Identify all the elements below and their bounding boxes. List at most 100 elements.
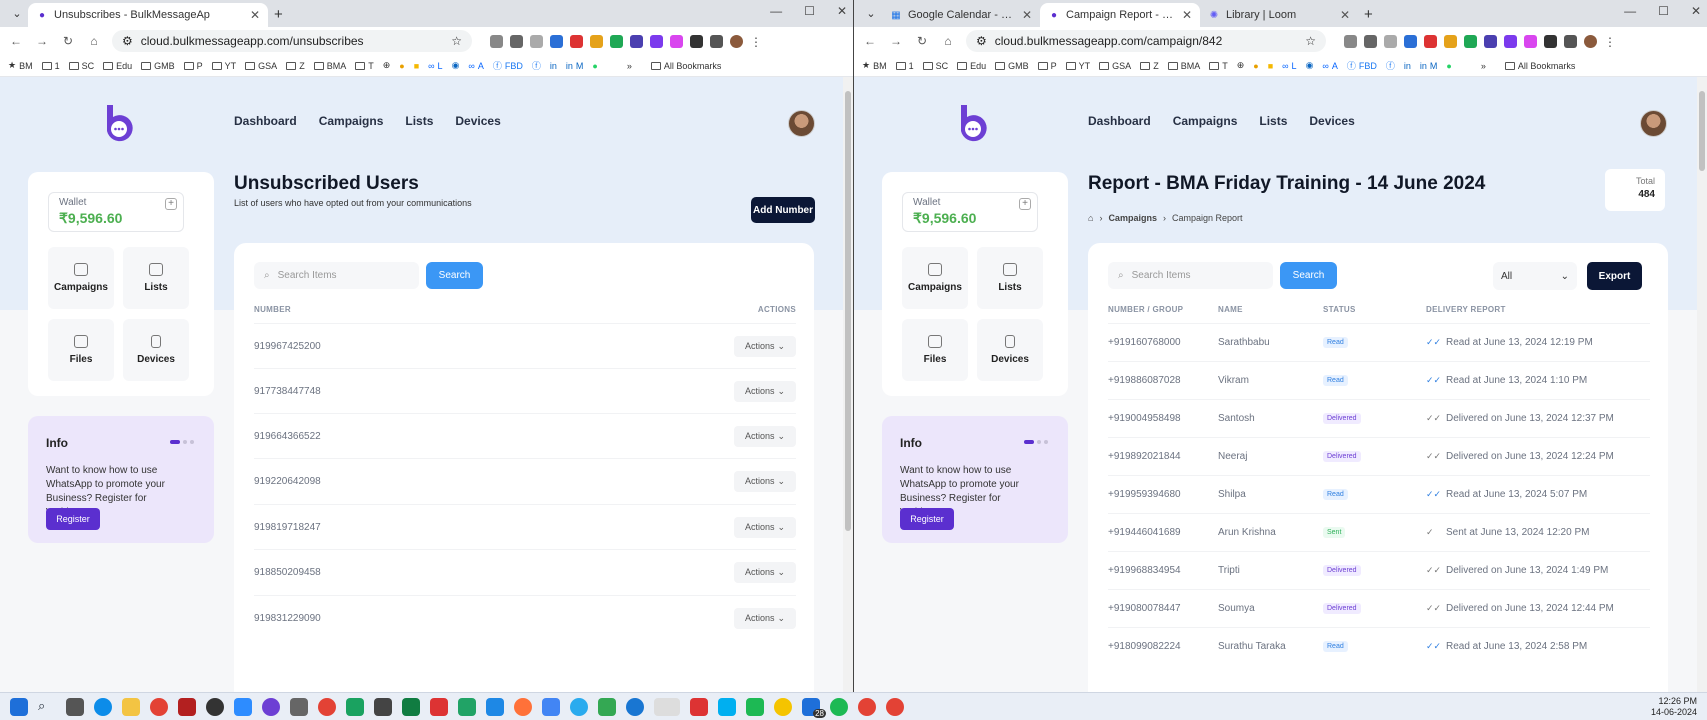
bookmark-folder[interactable]: P (1037, 61, 1057, 71)
breadcrumb-campaigns[interactable]: Campaigns (1108, 213, 1157, 223)
edge-icon[interactable] (94, 697, 112, 716)
home-icon[interactable]: ⌂ (940, 34, 956, 48)
bulkmessageapp-logo[interactable] (103, 103, 135, 143)
all-bookmarks[interactable]: All Bookmarks (650, 61, 721, 71)
nav-devices[interactable]: Devices (455, 114, 500, 128)
forward-icon[interactable]: → (888, 34, 904, 48)
bookmark-folder[interactable]: SC (68, 61, 94, 71)
bookmark-folder[interactable]: T (355, 61, 374, 71)
close-tab-icon[interactable]: ✕ (1340, 8, 1350, 22)
row-actions-button[interactable]: Actions ⌄ (734, 470, 796, 492)
bookmark-folder[interactable]: Z (286, 61, 305, 71)
extension-icon[interactable] (670, 34, 683, 48)
close-tab-icon[interactable]: ✕ (1182, 8, 1192, 22)
app-icon[interactable] (626, 697, 644, 716)
extension-icon[interactable] (510, 34, 523, 48)
search-button[interactable]: Search (1280, 262, 1337, 289)
tile-files[interactable]: Files (902, 319, 968, 381)
nav-campaigns[interactable]: Campaigns (319, 114, 384, 128)
bookmark-item[interactable]: ■ (1268, 61, 1273, 71)
carousel-dots[interactable] (170, 440, 194, 444)
filezilla-icon[interactable] (178, 697, 196, 716)
site-info-icon[interactable]: ⚙ (976, 34, 987, 48)
extension-icon[interactable] (570, 34, 583, 48)
bookmark-item[interactable]: in M (566, 61, 584, 71)
scrollbar-thumb[interactable] (845, 91, 851, 531)
tab-loom-library[interactable]: ✺ Library | Loom ✕ (1200, 3, 1358, 27)
bookmark-folder[interactable]: GSA (1099, 61, 1131, 71)
chrome-icon[interactable] (886, 697, 904, 716)
extension-icon[interactable] (1404, 34, 1417, 48)
user-avatar[interactable] (1640, 110, 1667, 137)
extension-icon[interactable] (1544, 34, 1557, 48)
search-input[interactable]: ⌕ Search Items (1108, 262, 1273, 289)
extension-icon[interactable] (1504, 34, 1517, 48)
bulkmessageapp-logo[interactable] (957, 103, 989, 143)
close-tab-icon[interactable]: ✕ (1022, 8, 1032, 22)
register-button[interactable]: Register (46, 508, 100, 530)
back-icon[interactable]: ← (862, 34, 878, 48)
user-avatar[interactable] (788, 110, 815, 137)
tab-search-icon[interactable]: ⌄ (860, 2, 882, 24)
bookmark-folder[interactable]: P (183, 61, 203, 71)
spotify-icon[interactable] (830, 697, 848, 716)
bookmark-item[interactable]: in M (1420, 61, 1438, 71)
meet-icon[interactable] (598, 697, 616, 716)
bookmark-folder[interactable]: GMB (141, 61, 175, 71)
bookmark-item[interactable]: ◉ (1306, 60, 1314, 71)
puzzle-icon[interactable] (1564, 34, 1577, 48)
app-icon[interactable] (346, 697, 364, 716)
status-filter-select[interactable]: All ⌄ (1493, 262, 1577, 290)
bookmark-folder[interactable]: SC (922, 61, 948, 71)
close-window-icon[interactable]: ✕ (837, 4, 847, 18)
chrome-icon[interactable] (150, 697, 168, 716)
nav-dashboard[interactable]: Dashboard (1088, 114, 1151, 128)
bookmark-item[interactable]: ∞ L (1282, 61, 1296, 71)
tab-search-icon[interactable]: ⌄ (6, 2, 28, 24)
firefox-icon[interactable] (514, 697, 532, 716)
bookmark-item[interactable]: ● (1253, 61, 1258, 71)
skype-icon[interactable] (718, 697, 736, 716)
url-field[interactable]: ⚙ cloud.bulkmessageapp.com/unsubscribes … (112, 30, 472, 52)
bookmark-item[interactable]: ⓕ (1386, 59, 1395, 72)
app-icon[interactable] (262, 697, 280, 716)
bookmark-item[interactable]: ● (399, 61, 404, 71)
bookmark-folder[interactable]: 1 (41, 61, 60, 71)
extension-icon[interactable] (1344, 34, 1357, 48)
bookmark-item[interactable]: ● (592, 61, 597, 71)
bookmark-item[interactable]: ◉ (452, 60, 460, 71)
row-actions-button[interactable]: Actions ⌄ (734, 335, 796, 357)
extension-icon[interactable] (610, 34, 623, 48)
nav-devices[interactable]: Devices (1309, 114, 1354, 128)
page-scrollbar[interactable] (1697, 77, 1707, 692)
extension-icon[interactable] (1384, 34, 1397, 48)
add-number-button[interactable]: Add Number (751, 197, 815, 223)
app-icon[interactable] (374, 697, 392, 716)
carousel-dots[interactable] (1024, 440, 1048, 444)
extension-icon[interactable] (1424, 34, 1437, 48)
bookmarks-overflow-icon[interactable]: » (1481, 61, 1486, 71)
bookmark-item[interactable]: ⊕ (1237, 60, 1245, 71)
export-button[interactable]: Export (1587, 262, 1642, 290)
app-icon[interactable] (542, 697, 560, 716)
bookmark-folder[interactable]: Edu (103, 61, 132, 71)
close-tab-icon[interactable]: ✕ (250, 8, 260, 22)
bookmark-item[interactable]: ⓕ FBD (493, 59, 523, 72)
reload-icon[interactable]: ↻ (60, 34, 76, 48)
bookmark-folder[interactable]: Z (1140, 61, 1159, 71)
site-info-icon[interactable]: ⚙ (122, 34, 133, 48)
extension-icon[interactable] (1364, 34, 1377, 48)
row-actions-button[interactable]: Actions ⌄ (734, 561, 796, 583)
nav-dashboard[interactable]: Dashboard (234, 114, 297, 128)
bookmark-item[interactable]: ∞ L (428, 61, 442, 71)
windows-start-icon[interactable] (10, 697, 28, 716)
extension-icon[interactable] (590, 34, 603, 48)
nav-lists[interactable]: Lists (1259, 114, 1287, 128)
bookmarks-overflow-icon[interactable]: » (627, 61, 632, 71)
search-input[interactable]: ⌕ Search Items (254, 262, 419, 289)
tile-files[interactable]: Files (48, 319, 114, 381)
bookmark-item[interactable]: ● (1446, 61, 1451, 71)
profile-avatar-icon[interactable] (1584, 34, 1597, 48)
extension-icon[interactable] (690, 34, 703, 48)
extension-icon[interactable] (550, 34, 563, 48)
